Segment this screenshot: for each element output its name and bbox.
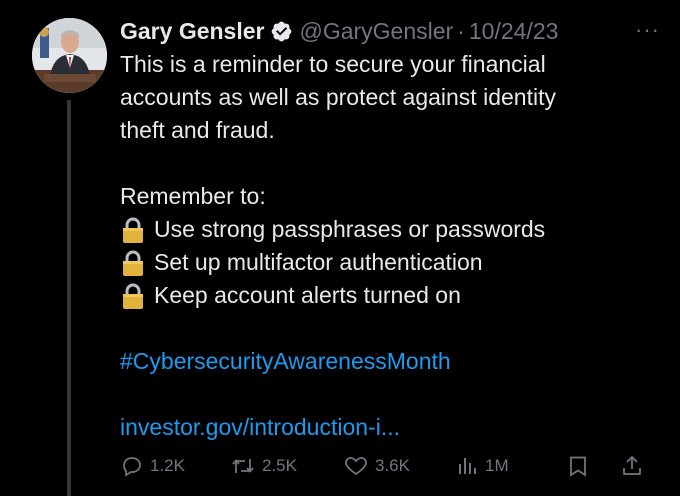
tweet-text: This is a reminder to secure your financ… (120, 48, 662, 444)
tweet: Gary Gensler @GaryGensler · 10/24/23 ···… (120, 14, 662, 444)
repost-count: 2.5K (262, 456, 297, 475)
lock-icon (123, 217, 143, 243)
lock-icon (123, 250, 143, 276)
tweet-header: Gary Gensler @GaryGensler · 10/24/23 (120, 14, 662, 48)
avatar-photo (32, 18, 107, 93)
list-item-text: Set up multifactor authentication (154, 249, 483, 275)
separator-dot: · (457, 17, 465, 44)
like-count: 3.6K (375, 456, 410, 475)
action-bar: 1.2K 2.5K 3.6K 1M (120, 452, 650, 480)
views-button[interactable]: 1M (455, 452, 509, 480)
author-handle[interactable]: @GaryGensler (299, 18, 453, 45)
list-item: Set up multifactor authentication (120, 246, 662, 279)
reply-button[interactable]: 1.2K (120, 452, 185, 480)
hashtag-link[interactable]: #CybersecurityAwarenessMonth (120, 348, 451, 374)
repost-icon (232, 459, 254, 473)
reply-icon (123, 457, 141, 477)
tweet-text-line: This is a reminder to secure your financ… (120, 51, 546, 77)
tweet-date[interactable]: 10/24/23 (469, 18, 559, 45)
list-item: Keep account alerts turned on (120, 279, 662, 312)
verified-icon (272, 21, 292, 41)
remember-heading: Remember to: (120, 183, 266, 209)
like-button[interactable]: 3.6K (343, 452, 410, 480)
bookmark-icon (570, 456, 586, 477)
list-item-text: Use strong passphrases or passwords (154, 216, 546, 242)
list-item-text: Keep account alerts turned on (154, 282, 461, 308)
like-icon (345, 457, 367, 476)
share-icon (623, 455, 641, 475)
list-item: Use strong passphrases or passwords (120, 213, 662, 246)
repost-button[interactable]: 2.5K (230, 452, 297, 480)
bookmark-button[interactable] (566, 452, 590, 480)
external-link[interactable]: investor.gov/introduction-i... (120, 414, 400, 440)
tweet-text-line: accounts as well as protect against iden… (120, 84, 556, 110)
share-button[interactable] (620, 452, 644, 480)
thread-line (67, 100, 71, 496)
lock-icon (123, 283, 143, 309)
reply-count: 1.2K (150, 456, 185, 475)
tweet-text-line: theft and fraud. (120, 117, 275, 143)
views-icon (459, 458, 476, 474)
avatar[interactable] (32, 18, 107, 93)
views-count: 1M (485, 456, 509, 475)
author-name[interactable]: Gary Gensler (120, 18, 264, 45)
more-icon[interactable]: ··· (635, 17, 660, 43)
